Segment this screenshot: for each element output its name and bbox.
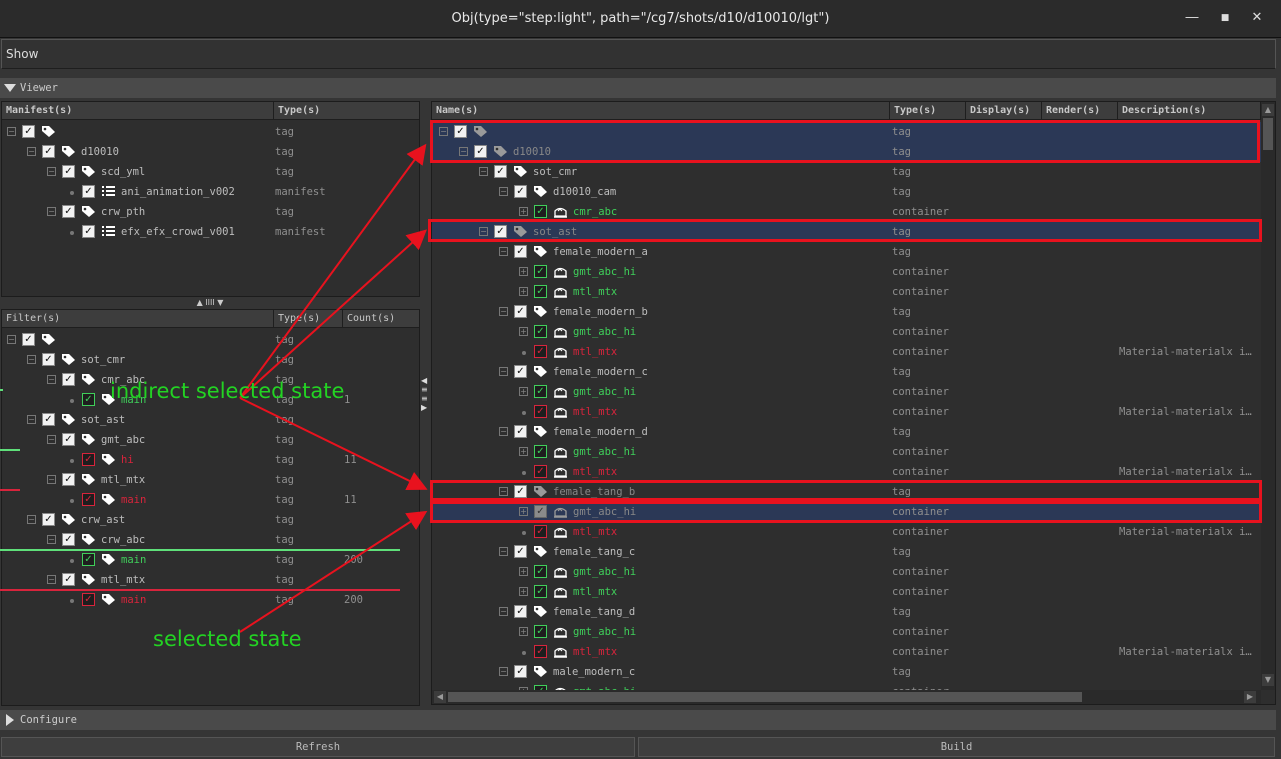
- annotation-indirect-selected: indirect selected state: [110, 379, 345, 403]
- arrow-to-root: [239, 143, 427, 399]
- arrow-to-gmt-abc-hi: [239, 510, 428, 633]
- annotation-selected: selected state: [153, 627, 302, 651]
- arrow-to-sot-ast: [239, 229, 427, 399]
- arrow-to-female-tang-b: [239, 397, 428, 490]
